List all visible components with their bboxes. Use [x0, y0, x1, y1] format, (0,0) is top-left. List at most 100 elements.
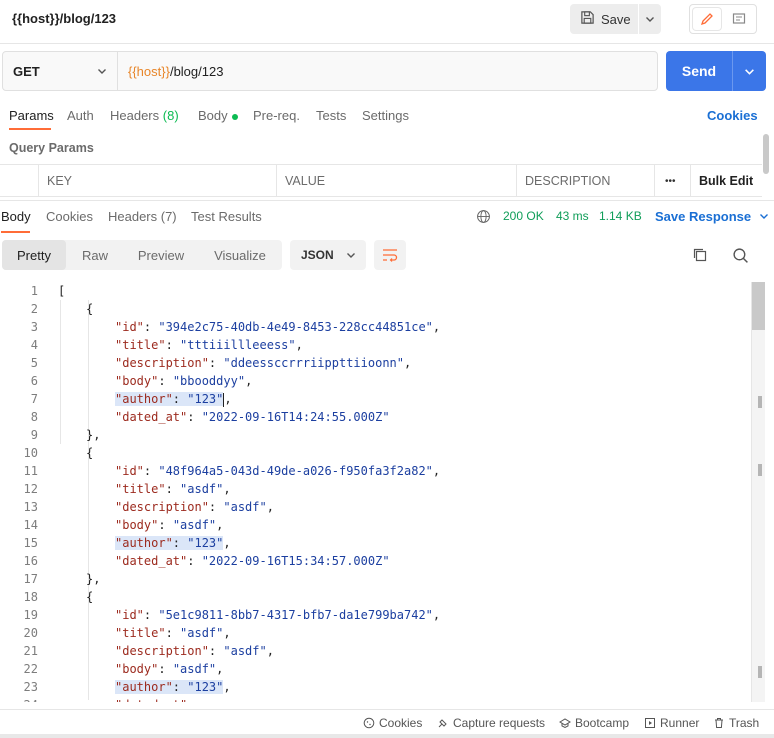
response-size[interactable]: 1.14 KB: [599, 209, 642, 223]
tab-test-results[interactable]: Test Results: [191, 209, 262, 224]
save-response-label: Save Response: [655, 209, 752, 224]
method-select[interactable]: GET: [3, 52, 118, 90]
footer-trash[interactable]: Trash: [713, 716, 759, 730]
save-button[interactable]: Save: [570, 4, 638, 34]
code-line: 12 "title": "asdf",: [23, 482, 231, 496]
bootcamp-icon: [559, 718, 571, 729]
docs-view-button[interactable]: [725, 8, 753, 30]
response-scrollbar[interactable]: [751, 282, 765, 702]
send-group: Send: [666, 51, 766, 91]
url-input[interactable]: {{host}}/blog/123: [118, 52, 657, 90]
tab-raw[interactable]: Raw: [66, 240, 124, 270]
tab-body-label: Body: [198, 108, 228, 123]
tab-response-body[interactable]: Body: [1, 209, 31, 224]
footer-cookies-label: Cookies: [379, 716, 423, 730]
save-options-dropdown[interactable]: [638, 4, 661, 34]
method-label: GET: [13, 63, 40, 79]
wrap-lines-button[interactable]: [374, 240, 406, 270]
column-key: KEY: [38, 165, 276, 197]
pencil-icon: [700, 13, 713, 26]
text-cursor: [223, 392, 225, 407]
cookies-link[interactable]: Cookies: [707, 108, 758, 123]
tab-response-cookies[interactable]: Cookies: [46, 209, 93, 224]
table-row-handle: [0, 165, 38, 197]
column-value: VALUE: [276, 165, 516, 197]
save-group: Save: [570, 4, 661, 34]
response-tabs: Body Cookies Headers (7) Test Results 20…: [0, 200, 774, 233]
save-icon: [580, 10, 595, 28]
satellite-icon: [438, 719, 447, 728]
active-tab-underline: [9, 128, 51, 130]
tab-settings[interactable]: Settings: [362, 108, 409, 123]
chevron-down-icon: [347, 253, 355, 258]
code-line: 13 "description": "asdf",: [23, 500, 274, 514]
scroll-match-marker: [758, 396, 762, 408]
code-line: 6 "body": "bbooddyy",: [30, 374, 253, 388]
active-response-tab-underline: [1, 231, 30, 233]
footer-capture-requests[interactable]: Capture requests: [437, 716, 545, 730]
chevron-down-icon: [745, 68, 754, 75]
code-line-selected: 7 "author": "123",: [30, 392, 232, 407]
copy-icon[interactable]: [692, 247, 708, 266]
footer-cookies[interactable]: Cookies: [363, 716, 422, 730]
query-params-title: Query Params: [9, 141, 94, 155]
code-line: 9},: [30, 428, 101, 442]
title-bar: {{host}}/blog/123 Save: [0, 0, 774, 44]
tab-response-headers[interactable]: Headers (7): [108, 209, 177, 224]
wrap-lines-icon: [383, 249, 398, 262]
view-toggle: [689, 4, 757, 34]
footer-capture-label: Capture requests: [453, 716, 546, 730]
globe-icon[interactable]: [476, 209, 491, 227]
response-time[interactable]: 43 ms: [556, 209, 589, 223]
send-options-dropdown[interactable]: [733, 51, 766, 91]
code-line: 2{: [30, 302, 94, 316]
cookie-icon: [363, 717, 375, 729]
code-line: 4 "title": "tttiiillleeess",: [30, 338, 303, 352]
code-line: 8 "dated_at": "2022-09-16T14:24:55.000Z": [30, 410, 390, 424]
chevron-down-icon: [98, 69, 106, 74]
tab-headers[interactable]: Headers (8): [110, 108, 179, 123]
request-scrollbar[interactable]: [763, 134, 769, 174]
tab-pretty[interactable]: Pretty: [2, 240, 66, 270]
more-options-icon[interactable]: •••: [654, 165, 690, 197]
request-title[interactable]: {{host}}/blog/123: [12, 11, 116, 26]
scrollbar-thumb[interactable]: [752, 282, 765, 330]
code-line: 5 "description": "ddeessccrrriippttiioonn…: [30, 356, 412, 370]
scroll-match-marker: [758, 666, 762, 678]
tab-tests[interactable]: Tests: [316, 108, 346, 123]
footer-trash-label: Trash: [729, 716, 760, 730]
save-response-button[interactable]: Save Response: [655, 209, 769, 224]
code-line: 19 "id": "5e1c9811-8bb7-4317-bfb7-da1e799…: [23, 608, 441, 622]
code-line: 16 "dated_at": "2022-09-16T15:34:57.000Z": [23, 554, 390, 568]
comment-icon: [732, 13, 746, 24]
scroll-match-marker: [758, 464, 762, 476]
tab-preview[interactable]: Preview: [124, 240, 198, 270]
edit-view-button[interactable]: [693, 8, 721, 30]
tab-prereq[interactable]: Pre-req.: [253, 108, 300, 123]
send-button[interactable]: Send: [666, 51, 733, 91]
footer-bootcamp[interactable]: Bootcamp: [559, 716, 629, 730]
window-bottom-edge: [0, 734, 774, 738]
query-params-table: KEY VALUE DESCRIPTION ••• Bulk Edit: [0, 164, 762, 197]
code-line: 15 "author": "123",: [23, 536, 231, 550]
status-code[interactable]: 200 OK: [503, 209, 544, 223]
request-bar: GET {{host}}/blog/123: [2, 51, 658, 91]
tab-params[interactable]: Params: [9, 108, 54, 123]
tab-auth[interactable]: Auth: [67, 108, 94, 123]
code-line: 20 "title": "asdf",: [23, 626, 231, 640]
search-icon[interactable]: [732, 247, 749, 267]
request-tabs: Params Auth Headers (8) Body Pre-req. Te…: [0, 100, 762, 130]
bulk-edit-button[interactable]: Bulk Edit: [690, 165, 762, 197]
tab-visualize[interactable]: Visualize: [198, 240, 282, 270]
url-variable: {{host}}: [128, 63, 170, 79]
code-line: 14 "body": "asdf",: [23, 518, 224, 532]
code-line: 23 "author": "123",: [23, 680, 231, 694]
code-line: 18{: [23, 590, 94, 604]
footer-runner[interactable]: Runner: [644, 716, 699, 730]
format-select[interactable]: JSON: [290, 240, 366, 270]
url-path: /blog/123: [169, 63, 224, 79]
response-body-viewer[interactable]: 1[ 2{ 3 "id": "394e2c75-40db-4e49-8453-22…: [0, 282, 751, 702]
chevron-down-icon: [646, 17, 654, 22]
tab-body[interactable]: Body: [198, 108, 238, 123]
headers-count: (8): [162, 108, 179, 123]
